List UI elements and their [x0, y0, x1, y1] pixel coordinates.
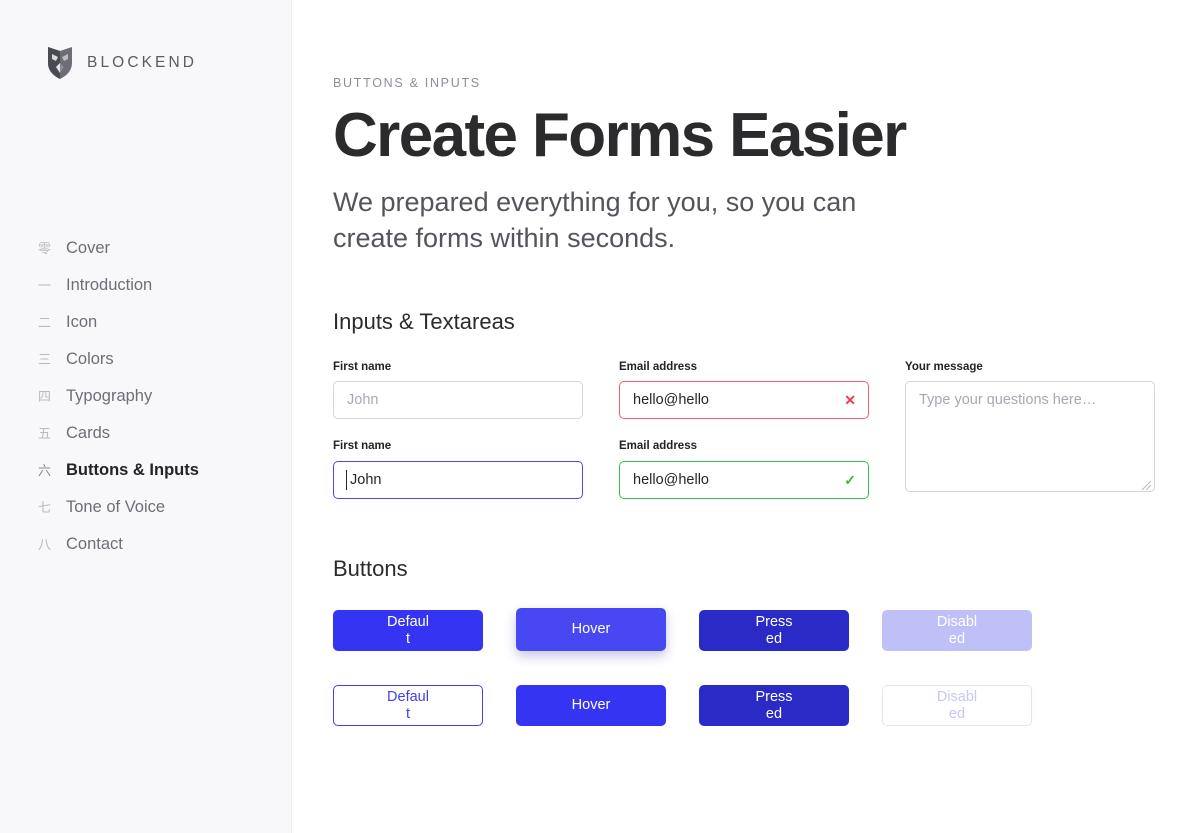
list-number-icon: 零: [38, 242, 52, 257]
field-label: First name: [333, 440, 392, 453]
app-root: BLOCKEND 零 Cover 一 Introduction 二 Icon 三…: [0, 0, 1200, 833]
sidebar-item-label: Icon: [66, 313, 98, 331]
outline-disabled-button: Disabled: [882, 685, 1032, 727]
main-content: BUTTONS & INPUTS Create Forms Easier We …: [292, 0, 1200, 833]
outline-default-button[interactable]: Default: [333, 685, 483, 727]
list-number-icon: 七: [38, 501, 52, 516]
solid-disabled-button: Disabled: [882, 610, 1032, 652]
form-grid: First name Email address ✕ Your message: [333, 361, 1200, 500]
sidebar-item-icon[interactable]: 二 Icon: [38, 314, 278, 351]
list-number-icon: 四: [38, 390, 52, 405]
field-label: Email address: [619, 360, 697, 373]
sidebar-item-tone-of-voice[interactable]: 七 Tone of Voice: [38, 499, 278, 536]
first-name-input[interactable]: [333, 381, 583, 420]
breadcrumb-eyebrow: BUTTONS & INPUTS: [333, 76, 481, 90]
message-textarea[interactable]: [905, 381, 1155, 493]
field-your-message: Your message: [905, 361, 1155, 493]
field-label: Your message: [905, 360, 983, 373]
page-subtitle: We prepared everything for you, so you c…: [333, 186, 857, 253]
solid-pressed-button[interactable]: Pressed: [699, 610, 849, 652]
sidebar-nav: 零 Cover 一 Introduction 二 Icon 三 Colors 四…: [38, 240, 278, 573]
sidebar: BLOCKEND 零 Cover 一 Introduction 二 Icon 三…: [0, 0, 292, 833]
list-number-icon: 二: [38, 316, 52, 331]
field-first-name-placeholder: First name: [333, 361, 583, 420]
sidebar-item-label: Colors: [66, 350, 114, 368]
solid-default-button[interactable]: Default: [333, 610, 483, 652]
sidebar-item-label: Introduction: [66, 276, 153, 294]
list-number-icon: 八: [38, 538, 52, 553]
sidebar-item-label: Typography: [66, 387, 153, 405]
sidebar-item-label: Buttons & Inputs: [66, 461, 199, 479]
field-email-error: Email address ✕: [619, 361, 869, 420]
list-number-icon: 六: [38, 464, 52, 479]
sidebar-item-label: Contact: [66, 535, 123, 553]
sidebar-item-introduction[interactable]: 一 Introduction: [38, 277, 278, 314]
solid-hover-button[interactable]: Hover: [516, 608, 666, 652]
sidebar-item-contact[interactable]: 八 Contact: [38, 536, 278, 573]
sidebar-item-cards[interactable]: 五 Cards: [38, 425, 278, 462]
list-number-icon: 三: [38, 353, 52, 368]
brand-name: BLOCKEND: [87, 54, 198, 71]
sidebar-item-typography[interactable]: 四 Typography: [38, 388, 278, 425]
sidebar-item-colors[interactable]: 三 Colors: [38, 351, 278, 388]
brand[interactable]: BLOCKEND: [47, 46, 197, 80]
section-title-inputs: Inputs & Textareas: [333, 308, 515, 334]
outline-pressed-button[interactable]: Pressed: [699, 685, 849, 727]
page-title: Create Forms Easier: [333, 101, 907, 170]
field-label: Email address: [619, 440, 697, 453]
list-number-icon: 五: [38, 427, 52, 442]
button-row-solid: Default Hover Pressed Disabled: [333, 608, 1200, 653]
fox-head-logo-icon: [47, 46, 73, 80]
sidebar-item-cover[interactable]: 零 Cover: [38, 240, 278, 277]
email-input-success[interactable]: [619, 461, 869, 500]
email-input-error[interactable]: [619, 381, 869, 420]
field-label: First name: [333, 360, 392, 373]
outline-hover-button[interactable]: Hover: [516, 685, 666, 727]
first-name-input-focused[interactable]: [333, 461, 583, 500]
button-row-outline: Default Hover Pressed Disabled: [333, 685, 1200, 727]
list-number-icon: 一: [38, 279, 52, 294]
sidebar-item-label: Cover: [66, 239, 111, 257]
sidebar-item-buttons-and-inputs[interactable]: 六 Buttons & Inputs: [38, 462, 278, 499]
sidebar-item-label: Tone of Voice: [66, 498, 166, 516]
sidebar-item-label: Cards: [66, 424, 111, 442]
field-email-success: Email address ✓: [619, 419, 869, 500]
text-cursor-icon: [346, 470, 347, 491]
section-title-buttons: Buttons: [333, 556, 408, 582]
field-first-name-focused: First name: [333, 419, 583, 500]
